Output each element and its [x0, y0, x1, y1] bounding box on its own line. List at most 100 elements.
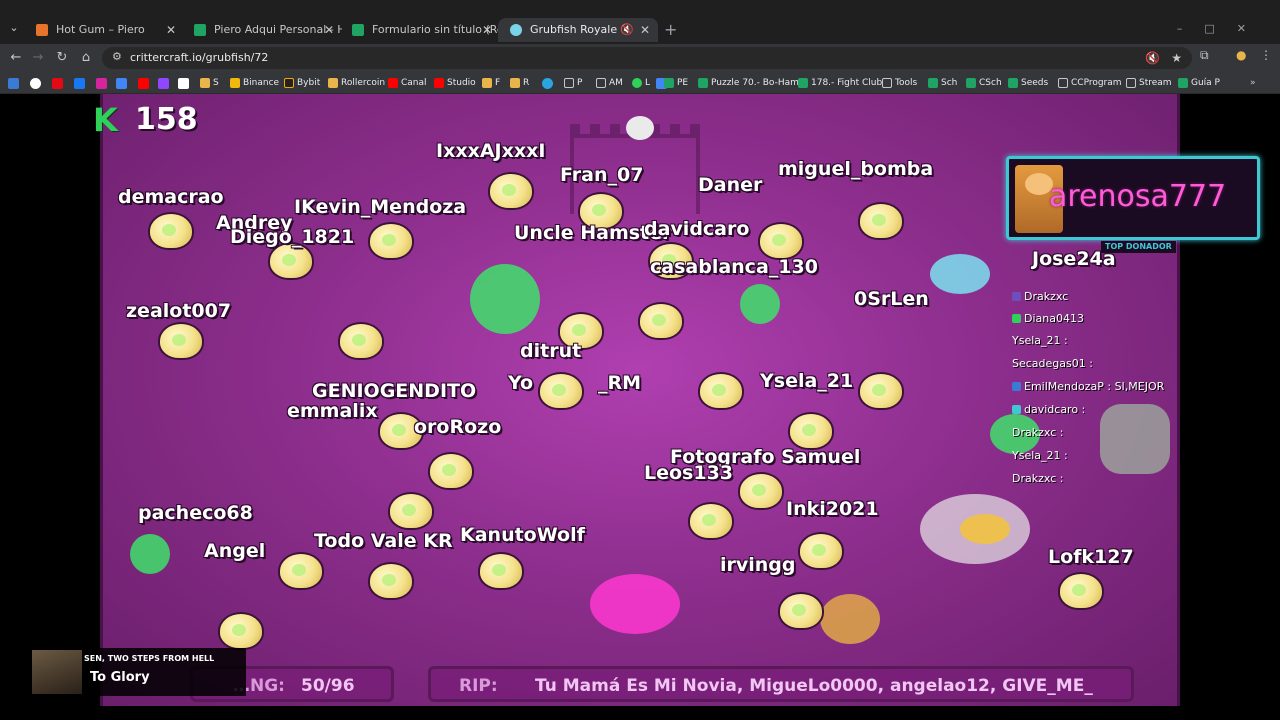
player-name-label: casablanca_130 [650, 256, 818, 278]
particle-cluster [740, 284, 780, 324]
player-fish [280, 554, 322, 588]
bookmark-favicon-icon [434, 78, 444, 88]
bookmarks-overflow-icon[interactable]: » [1250, 76, 1256, 90]
chat-message: Drakzxc : [1012, 426, 1064, 439]
bookmark-youtube-icon[interactable] [138, 78, 149, 89]
player-name-label: 0SrLen [854, 288, 929, 310]
particle-cluster [820, 594, 880, 644]
player-fish [270, 244, 312, 278]
window-controls[interactable]: –□✕ [1177, 22, 1268, 35]
rip-label: RIP: [459, 676, 498, 696]
bookmark-favicon-icon [1178, 78, 1188, 88]
url-text: crittercraft.io/grubfish/72 [130, 51, 269, 64]
bookmark-tiktok-icon[interactable] [30, 78, 41, 89]
bookmark-item[interactable]: Binance [230, 76, 279, 90]
player-fish [640, 304, 682, 338]
chat-message: Diana0413 [1012, 312, 1084, 325]
player-name-label: IxxxAJxxxI [436, 140, 546, 162]
player-name-label: Leos133 [644, 462, 734, 484]
bookmark-item[interactable]: F [482, 76, 500, 90]
tab-close-icon[interactable]: ✕ [166, 18, 176, 42]
player-fish [370, 224, 412, 258]
album-art [32, 650, 82, 694]
back-icon[interactable]: ← [6, 48, 26, 68]
folder-icon [1058, 78, 1068, 88]
tab-formulario[interactable]: Formulario sin título (Respuesta ✕ [340, 18, 500, 42]
player-fish [790, 414, 832, 448]
bookmark-instagram-icon[interactable] [96, 78, 107, 89]
game-viewport[interactable]: demacrao IxxxAJxxxI Fran_07 Daner miguel… [0, 94, 1280, 720]
bookmark-item[interactable]: PE [664, 76, 688, 90]
profile-icon[interactable]: ● [1236, 48, 1246, 62]
particle-cluster [590, 574, 680, 634]
tab-grubfish[interactable]: Grubfish Royale 🔇 ✕ [498, 18, 658, 42]
player-fish [220, 614, 262, 648]
bookmark-favicon-icon [510, 78, 520, 88]
tab-hot-gum[interactable]: Hot Gum – Piero ✕ [24, 18, 184, 42]
bookmark-item[interactable]: CSch [966, 76, 1002, 90]
site-info-icon[interactable]: ⚙ [112, 50, 122, 63]
player-name-label: davidcaro [644, 218, 750, 240]
player-fish [690, 504, 732, 538]
bookmark-item[interactable]: Guía P [1178, 76, 1220, 90]
player-fish [370, 564, 412, 598]
bookmark-item[interactable]: Puzzle 70.- Bo-Ham... [698, 76, 807, 90]
player-fish [340, 324, 382, 358]
bookmark-favicon-icon [482, 78, 492, 88]
bookmark-item[interactable]: Seeds [1008, 76, 1048, 90]
bookmark-twitch-icon[interactable] [158, 78, 169, 89]
bookmark-item[interactable]: Bybit [284, 76, 320, 90]
tab-muted-icon[interactable]: 🔇 [620, 18, 634, 42]
player-fish [480, 554, 522, 588]
bookmark-telegram-icon[interactable] [542, 78, 553, 89]
bookmark-item[interactable]: Canal [388, 76, 427, 90]
tab-search-icon[interactable]: ⌄ [6, 20, 22, 36]
menu-icon[interactable]: ⋮ [1260, 48, 1272, 62]
bookmark-item[interactable]: Tools [882, 76, 917, 90]
tab-close-icon[interactable]: ✕ [482, 18, 492, 42]
bookmark-star-icon[interactable]: ★ [1171, 51, 1182, 65]
player-name-label: Lofk127 [1048, 546, 1134, 568]
bookmark-x-icon[interactable] [178, 78, 189, 89]
browser-toolbar: ← → ↻ ⌂ ⚙ crittercraft.io/grubfish/72 🔇 … [0, 44, 1280, 72]
bookmark-item[interactable]: Studio [434, 76, 476, 90]
home-icon[interactable]: ⌂ [76, 48, 96, 68]
bookmark-item[interactable]: P [564, 76, 582, 90]
tab-favicon-icon [194, 24, 206, 36]
address-bar[interactable]: ⚙ crittercraft.io/grubfish/72 🔇 ★ [102, 47, 1192, 69]
player-name-label: Daner [698, 174, 763, 196]
bookmark-favicon-icon [798, 78, 808, 88]
bookmark-item[interactable]: L [632, 76, 650, 90]
bookmark-favicon-icon [928, 78, 938, 88]
tab-close-icon[interactable]: ✕ [640, 18, 650, 42]
new-tab-button[interactable]: + [664, 20, 677, 39]
user-badge-icon [1012, 314, 1021, 323]
player-fish [780, 594, 822, 628]
bookmark-favicon-icon [698, 78, 708, 88]
tab-hojas[interactable]: Piero Adqui Personal - Hojas de ✕ [182, 18, 342, 42]
player-name-label: Yo [508, 372, 534, 394]
bookmark-item[interactable]: CCProgram [1058, 76, 1122, 90]
bookmark-item[interactable]: 178.- Fight Club [798, 76, 882, 90]
forward-icon[interactable]: → [28, 48, 48, 68]
tab-close-icon[interactable]: ✕ [324, 18, 334, 42]
folder-icon [882, 78, 892, 88]
bookmark-facebook-icon[interactable] [74, 78, 85, 89]
bookmark-item[interactable]: Stream [1126, 76, 1172, 90]
bookmark-item[interactable]: Sch [928, 76, 957, 90]
remaining-value: 50/96 [301, 676, 355, 696]
chat-message: davidcaro : [1012, 403, 1085, 416]
rip-list: Tu Mamá Es Mi Novia, MigueLo0000, angela… [535, 676, 1093, 696]
bookmark-apps-icon[interactable] [8, 78, 19, 89]
bookmark-item[interactable]: S [200, 76, 219, 90]
donor-label: TOP DONADOR [1101, 241, 1176, 253]
user-badge-icon [1012, 292, 1021, 301]
bookmark-item[interactable]: AM [596, 76, 623, 90]
audio-muted-icon[interactable]: 🔇 [1145, 51, 1160, 65]
bookmark-google-icon[interactable] [116, 78, 127, 89]
bookmark-item[interactable]: Rollercoin [328, 76, 385, 90]
reload-icon[interactable]: ↻ [52, 48, 72, 68]
bookmark-item[interactable]: R [510, 76, 529, 90]
bookmark-netflix-icon[interactable] [52, 78, 63, 89]
extensions-icon[interactable]: ⧉ [1200, 48, 1209, 63]
